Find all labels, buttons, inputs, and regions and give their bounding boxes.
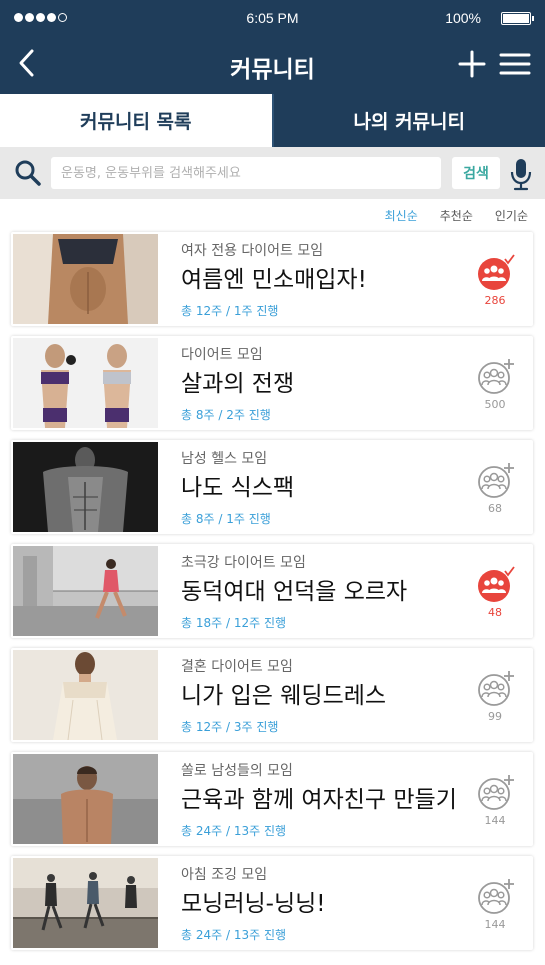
community-category: 초극강 다이어트 모임 xyxy=(181,555,306,571)
community-thumbnail xyxy=(13,338,158,428)
community-title: 살과의 전쟁 xyxy=(181,371,295,397)
community-card[interactable]: 결혼 다이어트 모임 니가 입은 웨딩드레스 총 12주 / 3주 진행 99 xyxy=(11,648,533,742)
community-progress: 총 24주 / 13주 진행 xyxy=(181,928,287,942)
community-category: 아침 조깅 모임 xyxy=(181,867,268,883)
community-thumbnail xyxy=(13,754,158,844)
community-card[interactable]: 남성 헬스 모임 나도 식스팩 총 8주 / 1주 진행 68 xyxy=(11,440,533,534)
battery-percent: 100% xyxy=(445,10,481,26)
community-card[interactable]: 다이어트 모임 살과의 전쟁 총 8주 / 2주 진행 500 xyxy=(11,336,533,430)
search-button[interactable]: 검색 xyxy=(452,157,500,189)
sort-options: 최신순 추천순 인기순 xyxy=(385,207,528,224)
community-progress: 총 12주 / 3주 진행 xyxy=(181,720,279,734)
join-group-icon[interactable] xyxy=(477,358,515,398)
community-progress: 총 8주 / 1주 진행 xyxy=(181,512,271,526)
member-count: 144 xyxy=(484,918,506,931)
community-category: 다이어트 모임 xyxy=(181,347,263,363)
community-title: 모닝러닝-닝닝! xyxy=(181,891,326,917)
community-thumbnail xyxy=(13,858,158,948)
community-category: 여자 전용 다이어트 모임 xyxy=(181,243,324,259)
community-card[interactable]: 쏠로 남성들의 모임 근육과 함께 여자친구 만들기 총 24주 / 13주 진… xyxy=(11,752,533,846)
community-title: 니가 입은 웨딩드레스 xyxy=(181,683,387,709)
join-group-icon[interactable] xyxy=(477,878,515,918)
header: 6:05 PM 100% 커뮤니티 xyxy=(0,0,545,94)
member-count: 68 xyxy=(488,502,502,515)
community-thumbnail xyxy=(13,442,158,532)
search-bar: 검색 xyxy=(0,147,545,199)
community-thumbnail xyxy=(13,546,158,636)
tab-my-community[interactable]: 나의 커뮤니티 xyxy=(271,94,545,147)
member-count: 500 xyxy=(484,398,506,411)
member-count: 99 xyxy=(488,710,502,723)
member-count: 48 xyxy=(488,606,502,619)
community-category: 결혼 다이어트 모임 xyxy=(181,659,293,675)
search-input[interactable] xyxy=(51,157,441,189)
search-icon[interactable] xyxy=(14,159,42,187)
community-card[interactable]: 아침 조깅 모임 모닝러닝-닝닝! 총 24주 / 13주 진행 144 xyxy=(11,856,533,950)
join-group-icon[interactable] xyxy=(477,462,515,502)
community-progress: 총 12주 / 1주 진행 xyxy=(181,304,279,318)
plus-icon xyxy=(458,50,486,78)
battery-icon xyxy=(501,12,534,25)
sort-latest[interactable]: 최신순 xyxy=(385,207,418,224)
community-card[interactable]: 초극강 다이어트 모임 동덕여대 언덕을 오르자 총 18주 / 12주 진행 … xyxy=(11,544,533,638)
community-card[interactable]: 여자 전용 다이어트 모임 여름엔 민소매입자! 총 12주 / 1주 진행 2… xyxy=(11,232,533,326)
microphone-icon[interactable] xyxy=(509,157,533,191)
member-count: 144 xyxy=(484,814,506,827)
community-title: 동덕여대 언덕을 오르자 xyxy=(181,579,408,605)
community-title: 나도 식스팩 xyxy=(181,475,295,501)
tab-community-list[interactable]: 커뮤니티 목록 xyxy=(0,94,272,147)
community-category: 쏠로 남성들의 모임 xyxy=(181,763,293,779)
member-count: 286 xyxy=(484,294,506,307)
nav-bar: 커뮤니티 xyxy=(0,36,545,94)
community-progress: 총 24주 / 13주 진행 xyxy=(181,824,287,838)
join-group-icon[interactable] xyxy=(477,774,515,814)
sort-popular[interactable]: 인기순 xyxy=(495,207,528,224)
menu-button[interactable] xyxy=(499,50,531,78)
app-screen: 6:05 PM 100% 커뮤니티 커뮤니티 목록 나의 커뮤니티 운동명, 운… xyxy=(0,0,545,965)
tab-bar: 커뮤니티 목록 나의 커뮤니티 xyxy=(0,94,545,147)
join-group-icon[interactable] xyxy=(477,670,515,710)
joined-group-icon[interactable] xyxy=(477,566,515,606)
community-progress: 총 18주 / 12주 진행 xyxy=(181,616,287,630)
community-thumbnail xyxy=(13,234,158,324)
community-progress: 총 8주 / 2주 진행 xyxy=(181,408,271,422)
add-community-button[interactable] xyxy=(458,50,486,78)
sort-recommended[interactable]: 추천순 xyxy=(440,207,473,224)
community-title: 근육과 함께 여자친구 만들기 xyxy=(181,787,457,813)
community-thumbnail xyxy=(13,650,158,740)
joined-group-icon[interactable] xyxy=(477,254,515,294)
status-bar: 6:05 PM 100% xyxy=(0,0,545,36)
community-title: 여름엔 민소매입자! xyxy=(181,267,367,293)
community-list: 여자 전용 다이어트 모임 여름엔 민소매입자! 총 12주 / 1주 진행 2… xyxy=(11,232,533,960)
community-category: 남성 헬스 모임 xyxy=(181,451,268,467)
hamburger-menu-icon xyxy=(499,53,531,75)
